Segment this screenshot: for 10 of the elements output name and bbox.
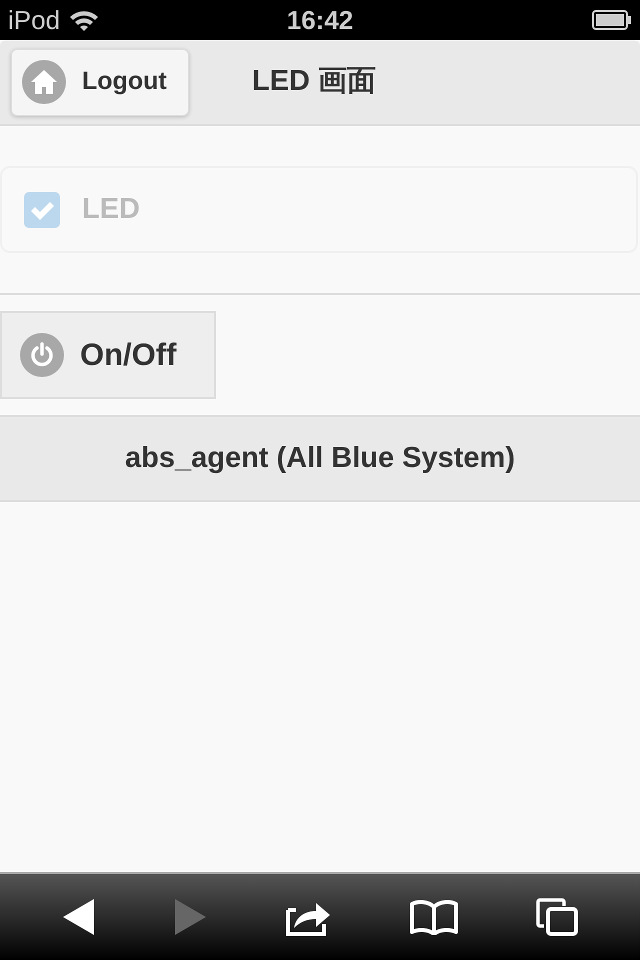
on-off-button[interactable]: On/Off bbox=[0, 311, 216, 399]
home-icon bbox=[22, 60, 66, 104]
carrier-label: iPod bbox=[8, 4, 60, 36]
battery-icon bbox=[592, 10, 632, 30]
checkbox-label: LED bbox=[82, 192, 140, 227]
power-icon bbox=[20, 333, 64, 377]
logout-button[interactable]: Logout bbox=[11, 48, 189, 116]
clock-time: 16:42 bbox=[286, 4, 354, 36]
page-title: LED 画面 bbox=[252, 64, 376, 100]
footer-bar: abs_agent (All Blue System) bbox=[0, 415, 640, 502]
